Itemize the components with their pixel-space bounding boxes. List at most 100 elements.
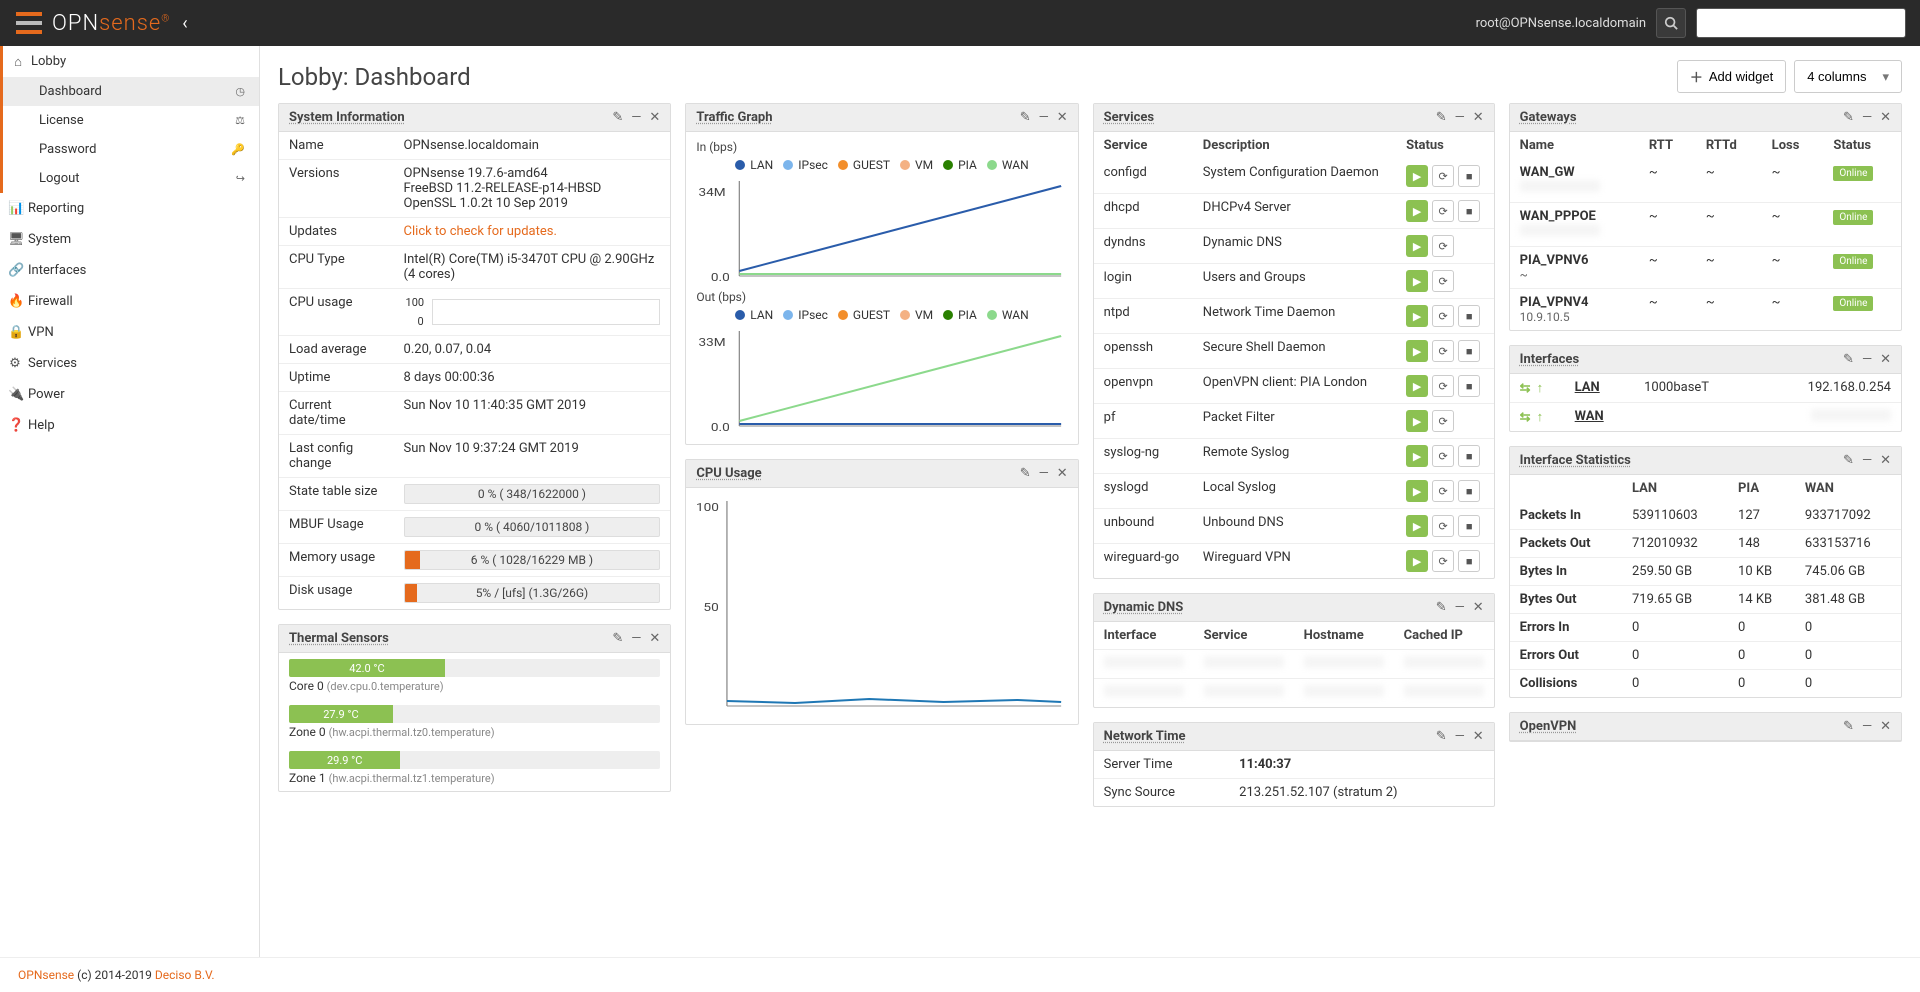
minimize-icon[interactable]: — <box>1862 352 1872 367</box>
service-play-button[interactable]: ▶ <box>1406 445 1428 467</box>
service-play-button[interactable]: ▶ <box>1406 200 1428 222</box>
pencil-icon[interactable]: ✎ <box>1843 719 1854 734</box>
minimize-icon[interactable]: — <box>1455 110 1465 125</box>
pencil-icon[interactable]: ✎ <box>1843 352 1854 367</box>
pencil-icon[interactable]: ✎ <box>1436 110 1447 125</box>
minimize-icon[interactable]: — <box>1455 600 1465 615</box>
minimize-icon[interactable]: — <box>1039 110 1049 125</box>
nav-section-power[interactable]: 🔌Power <box>0 379 259 410</box>
service-play-button[interactable]: ▶ <box>1406 550 1428 572</box>
minimize-icon[interactable]: — <box>1862 453 1872 468</box>
pencil-icon[interactable]: ✎ <box>1436 729 1447 744</box>
fire-icon: 🔥 <box>8 294 22 309</box>
nav-section-system[interactable]: 🖥System <box>0 224 259 255</box>
service-play-button[interactable]: ▶ <box>1406 165 1428 187</box>
service-stop-button[interactable]: ■ <box>1458 200 1480 222</box>
nav-section-services[interactable]: ⚙Services <box>0 348 259 379</box>
footer-company-link[interactable]: Deciso B.V. <box>155 968 215 982</box>
interface-link[interactable]: LAN <box>1575 380 1624 395</box>
service-reload-button[interactable]: ⟳ <box>1432 410 1454 432</box>
legend-item: IPsec <box>783 158 828 172</box>
cpu-usage-chart: 100 50 <box>696 496 1067 716</box>
minimize-icon[interactable]: — <box>1862 110 1872 125</box>
thermal-bar: 42.0 °C <box>289 659 660 677</box>
close-icon[interactable]: ✕ <box>649 110 660 125</box>
pencil-icon[interactable]: ✎ <box>1843 453 1854 468</box>
service-stop-button[interactable]: ■ <box>1458 550 1480 572</box>
gateway-row: PIA_VPNV6~~~~Online <box>1510 247 1901 289</box>
service-reload-button[interactable]: ⟳ <box>1432 270 1454 292</box>
close-icon[interactable]: ✕ <box>649 631 660 646</box>
sitemap-icon: 🔗 <box>8 263 22 278</box>
service-stop-button[interactable]: ■ <box>1458 165 1480 187</box>
search-button[interactable] <box>1656 8 1686 38</box>
service-stop-button[interactable]: ■ <box>1458 340 1480 362</box>
service-reload-button[interactable]: ⟳ <box>1432 235 1454 257</box>
service-stop-button[interactable]: ■ <box>1458 480 1480 502</box>
minimize-icon[interactable]: — <box>1862 719 1872 734</box>
nav-section-interfaces[interactable]: 🔗Interfaces <box>0 255 259 286</box>
check-updates-link[interactable]: Click to check for updates. <box>404 224 557 239</box>
close-icon[interactable]: ✕ <box>1057 466 1068 481</box>
columns-dropdown[interactable]: 4 columns <box>1794 60 1902 93</box>
close-icon[interactable]: ✕ <box>1880 453 1891 468</box>
search-input[interactable] <box>1696 8 1906 38</box>
service-reload-button[interactable]: ⟳ <box>1432 515 1454 537</box>
service-reload-button[interactable]: ⟳ <box>1432 305 1454 327</box>
sidebar-item-password[interactable]: Password🔑 <box>3 135 259 164</box>
footer-brand-link[interactable]: OPNsense <box>18 968 74 982</box>
close-icon[interactable]: ✕ <box>1473 600 1484 615</box>
label: Versions <box>279 160 394 218</box>
close-icon[interactable]: ✕ <box>1880 719 1891 734</box>
service-reload-button[interactable]: ⟳ <box>1432 445 1454 467</box>
nav-section-vpn[interactable]: 🔒VPN <box>0 317 259 348</box>
service-reload-button[interactable]: ⟳ <box>1432 200 1454 222</box>
close-icon[interactable]: ✕ <box>1880 352 1891 367</box>
close-icon[interactable]: ✕ <box>1473 110 1484 125</box>
sidebar-item-logout[interactable]: Logout↪ <box>3 164 259 193</box>
service-stop-button[interactable]: ■ <box>1458 445 1480 467</box>
service-stop-button[interactable]: ■ <box>1458 375 1480 397</box>
minimize-icon[interactable]: — <box>1039 466 1049 481</box>
service-reload-button[interactable]: ⟳ <box>1432 375 1454 397</box>
pencil-icon[interactable]: ✎ <box>1020 110 1031 125</box>
sidebar-item-dashboard[interactable]: Dashboard◷ <box>3 77 259 106</box>
close-icon[interactable]: ✕ <box>1880 110 1891 125</box>
pencil-icon[interactable]: ✎ <box>1436 600 1447 615</box>
close-icon[interactable]: ✕ <box>1473 729 1484 744</box>
sidebar-item-license[interactable]: License⚖ <box>3 106 259 135</box>
service-reload-button[interactable]: ⟳ <box>1432 340 1454 362</box>
close-icon[interactable]: ✕ <box>1057 110 1068 125</box>
gateway-row: PIA_VPNV410.9.10.5~~~Online <box>1510 289 1901 331</box>
service-play-button[interactable]: ▶ <box>1406 340 1428 362</box>
service-play-button[interactable]: ▶ <box>1406 235 1428 257</box>
service-play-button[interactable]: ▶ <box>1406 305 1428 327</box>
service-play-button[interactable]: ▶ <box>1406 410 1428 432</box>
interface-link[interactable]: WAN <box>1575 409 1624 424</box>
minimize-icon[interactable]: — <box>631 631 641 646</box>
minimize-icon[interactable]: — <box>631 110 641 125</box>
service-play-button[interactable]: ▶ <box>1406 480 1428 502</box>
service-reload-button[interactable]: ⟳ <box>1432 550 1454 572</box>
collapse-menu-icon[interactable]: ‹ <box>182 13 187 34</box>
pencil-icon[interactable]: ✎ <box>612 110 623 125</box>
service-reload-button[interactable]: ⟳ <box>1432 480 1454 502</box>
service-play-button[interactable]: ▶ <box>1406 270 1428 292</box>
service-stop-button[interactable]: ■ <box>1458 305 1480 327</box>
nav-section-reporting[interactable]: 📊Reporting <box>0 193 259 224</box>
pencil-icon[interactable]: ✎ <box>1020 466 1031 481</box>
service-stop-button[interactable]: ■ <box>1458 515 1480 537</box>
add-widget-button[interactable]: ＋Add widget <box>1677 60 1786 93</box>
minimize-icon[interactable]: — <box>1455 729 1465 744</box>
service-reload-button[interactable]: ⟳ <box>1432 165 1454 187</box>
service-play-button[interactable]: ▶ <box>1406 375 1428 397</box>
stat-row: Collisions000 <box>1510 670 1901 698</box>
pencil-icon[interactable]: ✎ <box>1843 110 1854 125</box>
pencil-icon[interactable]: ✎ <box>612 631 623 646</box>
nav-section-firewall[interactable]: 🔥Firewall <box>0 286 259 317</box>
nav-section-help[interactable]: ❓Help <box>0 410 259 441</box>
nav-section-lobby[interactable]: ⌂Lobby <box>3 46 259 77</box>
service-play-button[interactable]: ▶ <box>1406 515 1428 537</box>
logo[interactable]: OPNsense® <box>14 8 170 38</box>
widget-title: Network Time <box>1104 729 1186 744</box>
